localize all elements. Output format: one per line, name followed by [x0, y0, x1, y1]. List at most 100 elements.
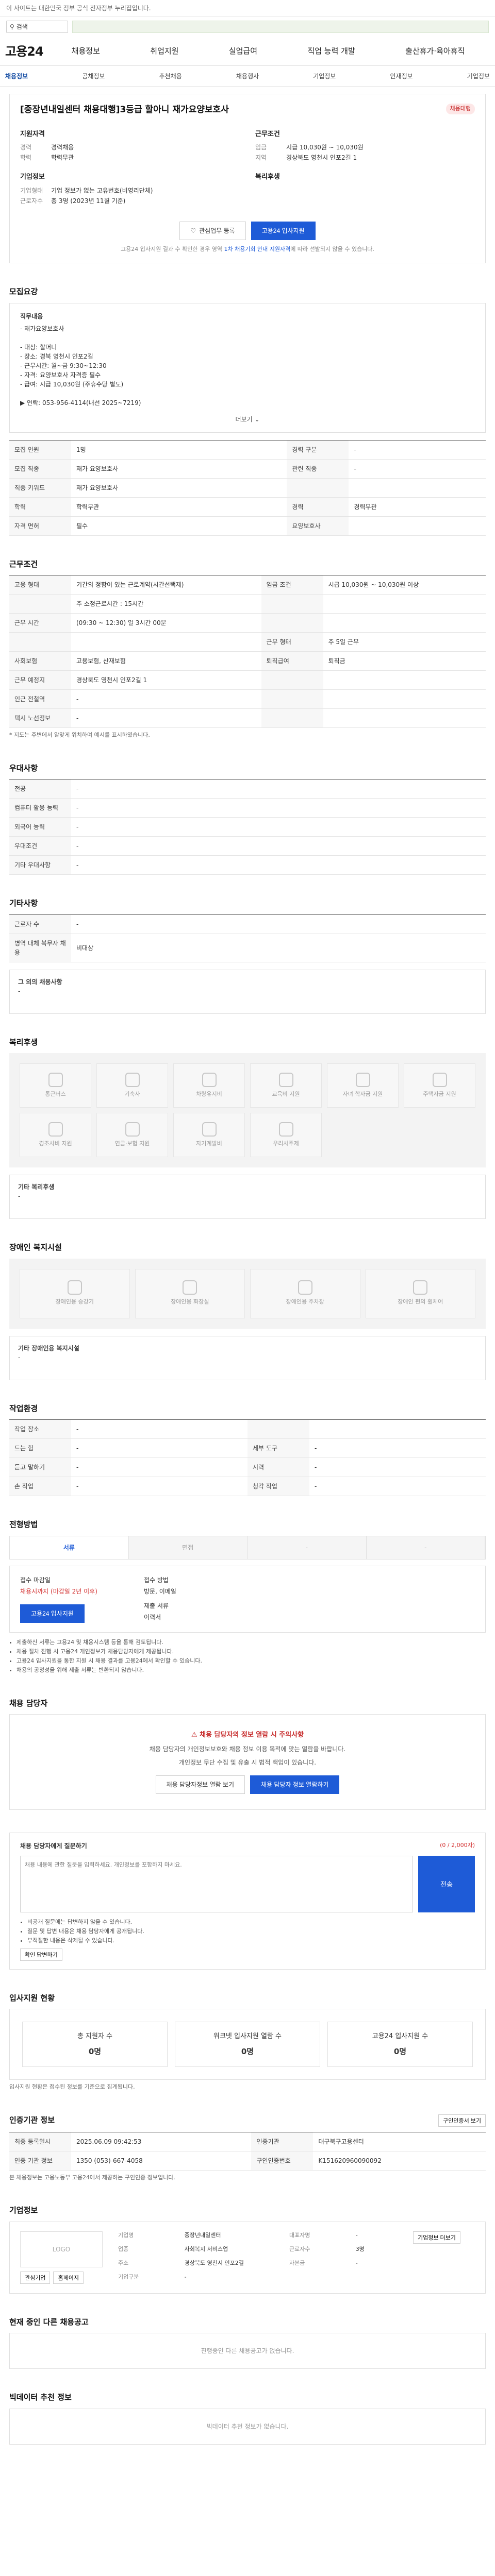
cert-view-button[interactable]: 구인인증서 보기: [438, 2114, 486, 2127]
cell-value: -: [71, 1477, 248, 1496]
apply-note-link[interactable]: 1차 채용기회 안내 지원자격: [224, 246, 290, 252]
cond-title: 근무조건: [255, 130, 280, 138]
info-row: 학력 학력무관: [20, 152, 240, 163]
table-row: 최종 등록일시 2025.06.09 09:42:53 인증기관 대구북구고용센터: [9, 2132, 486, 2151]
company-field: 사회복지 서비스업: [184, 2245, 228, 2252]
bullet-item: 제출하신 서류는 고용24 및 채용시스템 등을 통해 검토됩니다.: [16, 1638, 486, 1647]
contact-box: ⚠ 채용 담당자의 정보 열람 시 주의사항 채용 담당자의 개인정보보호와 채…: [9, 1714, 486, 1810]
company-field: [356, 2273, 403, 2284]
subnav-item[interactable]: 채용행사: [236, 72, 259, 81]
subnav-item[interactable]: 공채정보: [82, 72, 105, 81]
cell-label: 근로자 수: [9, 914, 71, 934]
bullet-item: 질문 및 답변 내용은 채용 담당자에게 공개됩니다.: [27, 1927, 475, 1936]
interest-button[interactable]: ♡ 관심업무 등록: [179, 221, 246, 240]
subnav-item[interactable]: 인재정보: [390, 72, 412, 81]
search-bar[interactable]: [72, 21, 489, 33]
welfare-icon: [355, 1072, 370, 1087]
stat-label: 워크넷 입사지원 열람 수: [213, 2032, 282, 2040]
cell-value: -: [71, 779, 486, 799]
site-logo[interactable]: 고용24: [5, 42, 46, 61]
job-header: [중장년내일센터 채용대행]3등급 할아니 재가요양보호사 채용대행 지원자격 …: [9, 94, 486, 263]
contact-open-button[interactable]: 채용 담당자 정보 열람하기: [250, 1775, 340, 1794]
status-badge: 채용대행: [446, 104, 475, 114]
company-field: 3명: [355, 2245, 365, 2252]
welfare-card: 차량유지비: [173, 1063, 245, 1108]
table-row: 근무 형태 주 5일 근무: [9, 632, 486, 652]
cell-label: 세부 도구: [248, 1438, 309, 1458]
apply-button[interactable]: 고용24 입사지원: [251, 221, 316, 240]
cell-value: -: [349, 440, 486, 460]
welfare-label: 자녀 학자금 지원: [342, 1090, 383, 1097]
heart-icon: ♡: [190, 227, 196, 234]
cell-value: [349, 516, 486, 536]
qa-textarea[interactable]: [20, 1855, 413, 1912]
company-more-button[interactable]: 기업정보 더보기: [413, 2231, 460, 2244]
welfare-card: 통근버스: [20, 1063, 91, 1108]
cell-value: 기간의 정함이 있는 근로계약(시간선택제): [71, 575, 261, 595]
recommend-empty: 빅데이터 추천 정보가 없습니다.: [9, 2408, 486, 2445]
other-jobs-empty: 진행중인 다른 채용공고가 없습니다.: [9, 2333, 486, 2369]
cell-value: -: [71, 689, 261, 709]
cell-value: 경상북도 영천시 인포2길 1: [71, 670, 261, 690]
subnav-item[interactable]: 기업정보: [467, 72, 490, 81]
cell-value: 대구북구고용센터: [313, 2132, 486, 2151]
company-homepage-button[interactable]: 홈페이지: [53, 2271, 84, 2284]
cell-value: [349, 478, 486, 498]
nav-item[interactable]: 출산휴가·육아휴직: [405, 45, 465, 57]
bullet-item: 채용의 공정성을 위해 제출 서류는 반환되지 않습니다.: [16, 1666, 486, 1675]
nav-item[interactable]: 실업급여: [229, 45, 257, 57]
subnav-item[interactable]: 기업정보: [313, 72, 336, 81]
company-box: LOGO 관심기업 홈페이지 기업명 중장년내일센터 대표자명 - 업종 사회복지 서비스…: [9, 2221, 486, 2294]
work-title: 근무조건: [9, 559, 38, 569]
table-row: 인근 전철역 -: [9, 689, 486, 709]
stats-section: 입사지원 현황 총 지원자 수 0명 워크넷 입사지원 열람 수 0명 고용24 입사지…: [9, 1992, 486, 2092]
nav-item[interactable]: 채용정보: [72, 45, 100, 57]
subnav-item[interactable]: 추천채용: [159, 72, 182, 81]
stat-value: 0명: [88, 2046, 102, 2056]
cell-label: [261, 594, 323, 614]
welfare-icon: [432, 1072, 447, 1087]
apply-button-2[interactable]: 고용24 입사지원: [20, 1604, 85, 1623]
cell-label: 학력: [9, 497, 71, 517]
info-value: 기업 정보가 없는 고유번호(비영리단체): [51, 187, 153, 194]
cell-label: 우대조건: [9, 836, 71, 856]
welfare-label: 교육비 지원: [272, 1090, 300, 1097]
cell-label: 외국어 능력: [9, 817, 71, 837]
welfare-icon: [278, 1122, 293, 1137]
search-input[interactable]: ⚲ 검색: [6, 21, 68, 33]
company-field: 근로자수: [289, 2245, 310, 2252]
nav-item[interactable]: 취업지원: [150, 45, 178, 57]
cell-value: 재가 요양보호사: [71, 478, 287, 498]
info-value: 경력채용: [51, 144, 74, 151]
welfare-icon: [202, 1122, 217, 1137]
cell-value: -: [71, 914, 486, 934]
company-interest-button[interactable]: 관심기업: [20, 2271, 51, 2284]
search-row: ⚲ 검색: [0, 16, 495, 37]
cell-label: [9, 632, 71, 652]
welfare-etc-box: 기타 복리후생 -: [9, 1175, 486, 1219]
cell-label: 작업 장소: [9, 1419, 71, 1439]
interest-label: 관심업무 등록: [199, 227, 235, 234]
cell-value: 재가 요양보호사: [71, 459, 287, 479]
company-field: 중장년내일센터: [184, 2231, 221, 2239]
disability-icon: [183, 1280, 197, 1295]
cell-value: 1350 (053)-667-4058: [71, 2151, 252, 2171]
more-button[interactable]: 더보기 ⌄: [20, 415, 475, 424]
table-row: 손 작업 - 청각 작업 -: [9, 1477, 486, 1496]
disability-icon: [413, 1280, 428, 1295]
method-step: 서류: [10, 1536, 129, 1559]
cell-label: 자격 면허: [9, 516, 71, 536]
contact-view-button[interactable]: 채용 담당자정보 열람 보기: [155, 1775, 245, 1794]
disability-grid: 장애인용 승강기 장애인용 화장실 장애인용 주차장 장애인 편의 휠체어: [9, 1258, 486, 1329]
nav-item[interactable]: 직업 능력 개발: [307, 45, 355, 57]
qa-send-button[interactable]: 전송: [418, 1855, 475, 1912]
qa-more-button[interactable]: 확인 답변하기: [20, 1948, 62, 1961]
info-row: 근로자수 총 3명 (2023년 11월 기준): [20, 196, 240, 206]
qa-bullets: 비공개 질문에는 답변하지 않을 수 있습니다.질문 및 답변 내용은 채용 담…: [20, 1918, 475, 1945]
company-grid: 기업명 중장년내일센터 대표자명 - 업종 사회복지 서비스업 근로자수 3명 주소 경상북도 영…: [118, 2231, 403, 2284]
contact-desc-2: 개인정보 무단 수집 및 유출 시 법적 책임이 있습니다.: [178, 1758, 317, 1766]
subnav-item[interactable]: 채용정보: [5, 72, 28, 81]
company-field: [289, 2273, 349, 2284]
job-desc-box: 직무내용 - 재가요양보호사 - 대상: 할머니 - 장소: 경북 영천시 인포…: [9, 302, 486, 433]
welfare-section: 복리후생 통근버스 기숙사 차량유지비 교육비 지원 자녀 학자금 지원 주택자금 지원 경…: [9, 1037, 486, 1219]
